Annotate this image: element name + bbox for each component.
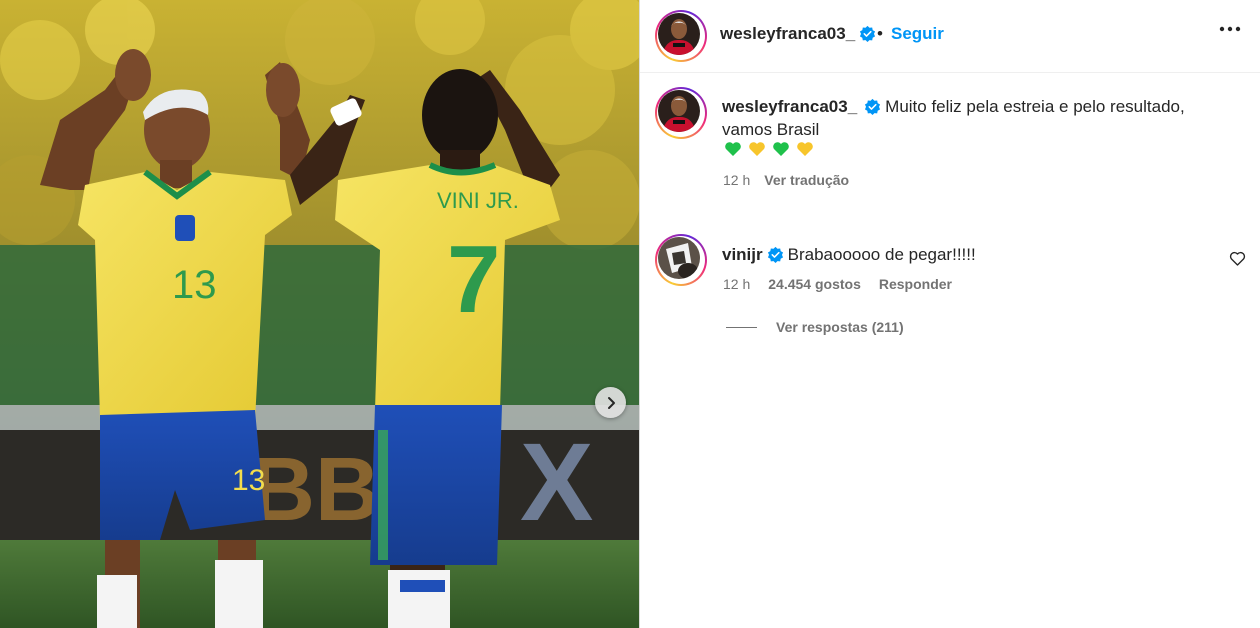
verified-badge-icon [767, 246, 783, 263]
left-player-number: 13 [172, 263, 217, 307]
yellow-heart-icon [797, 142, 813, 156]
verified-badge-icon [865, 98, 881, 115]
post-photo: X BBA 13 13 VINI JR. 7 [0, 0, 639, 628]
comment: vinijr Brabaooooo de pegar!!!!! [722, 243, 976, 266]
post-media[interactable]: X BBA 13 13 VINI JR. 7 [0, 0, 639, 628]
author-username-text[interactable]: wesleyfranca03_ [720, 24, 855, 43]
avatar-photo [658, 237, 700, 279]
more-horizontal-icon[interactable] [1219, 26, 1241, 32]
commenter-avatar[interactable] [655, 234, 707, 286]
post-header: wesleyfranca03_ • Seguir [640, 0, 1260, 73]
separator-dot: • [877, 24, 883, 43]
author-username[interactable]: wesleyfranca03_ [720, 24, 876, 44]
comment-meta: 12 h 24.454 gostos Responder [723, 276, 952, 292]
caption-username[interactable]: wesleyfranca03_ [722, 97, 857, 116]
comment-text: Brabaooooo de pegar!!!!! [787, 245, 976, 264]
right-player-number: 7 [447, 226, 500, 333]
green-heart-icon [725, 142, 741, 156]
svg-text:13: 13 [232, 464, 265, 497]
post-details-panel: wesleyfranca03_ • Seguir wesleyfranca03_… [640, 0, 1260, 628]
caption-meta: 12 h Ver tradução [723, 172, 849, 188]
view-replies-label[interactable]: Ver respostas (211) [776, 319, 904, 335]
avatar-photo [658, 90, 700, 132]
comment-timestamp[interactable]: 12 h [723, 276, 750, 292]
avatar-photo [658, 13, 700, 55]
view-replies-button[interactable]: Ver respostas (211) [726, 319, 904, 335]
next-photo-button[interactable] [595, 387, 626, 418]
caption-emojis [724, 141, 814, 157]
replies-line [726, 326, 757, 328]
follow-button[interactable]: Seguir [891, 24, 944, 44]
reply-button[interactable]: Responder [879, 276, 952, 292]
green-heart-icon [773, 142, 789, 156]
chevron-right-icon [607, 396, 615, 409]
author-avatar[interactable] [655, 10, 707, 62]
right-player-name: VINI JR. [437, 188, 519, 213]
svg-text:X: X [520, 421, 593, 544]
heart-outline-icon[interactable] [1229, 251, 1246, 266]
commenter-username[interactable]: vinijr [722, 245, 763, 264]
verified-badge-icon [860, 25, 876, 42]
comment-likes[interactable]: 24.454 gostos [768, 276, 861, 292]
caption: wesleyfranca03_ Muito feliz pela estreia … [722, 95, 1222, 141]
yellow-heart-icon [749, 142, 765, 156]
translate-link[interactable]: Ver tradução [764, 172, 849, 188]
caption-author-avatar[interactable] [655, 87, 707, 139]
caption-timestamp[interactable]: 12 h [723, 172, 750, 188]
